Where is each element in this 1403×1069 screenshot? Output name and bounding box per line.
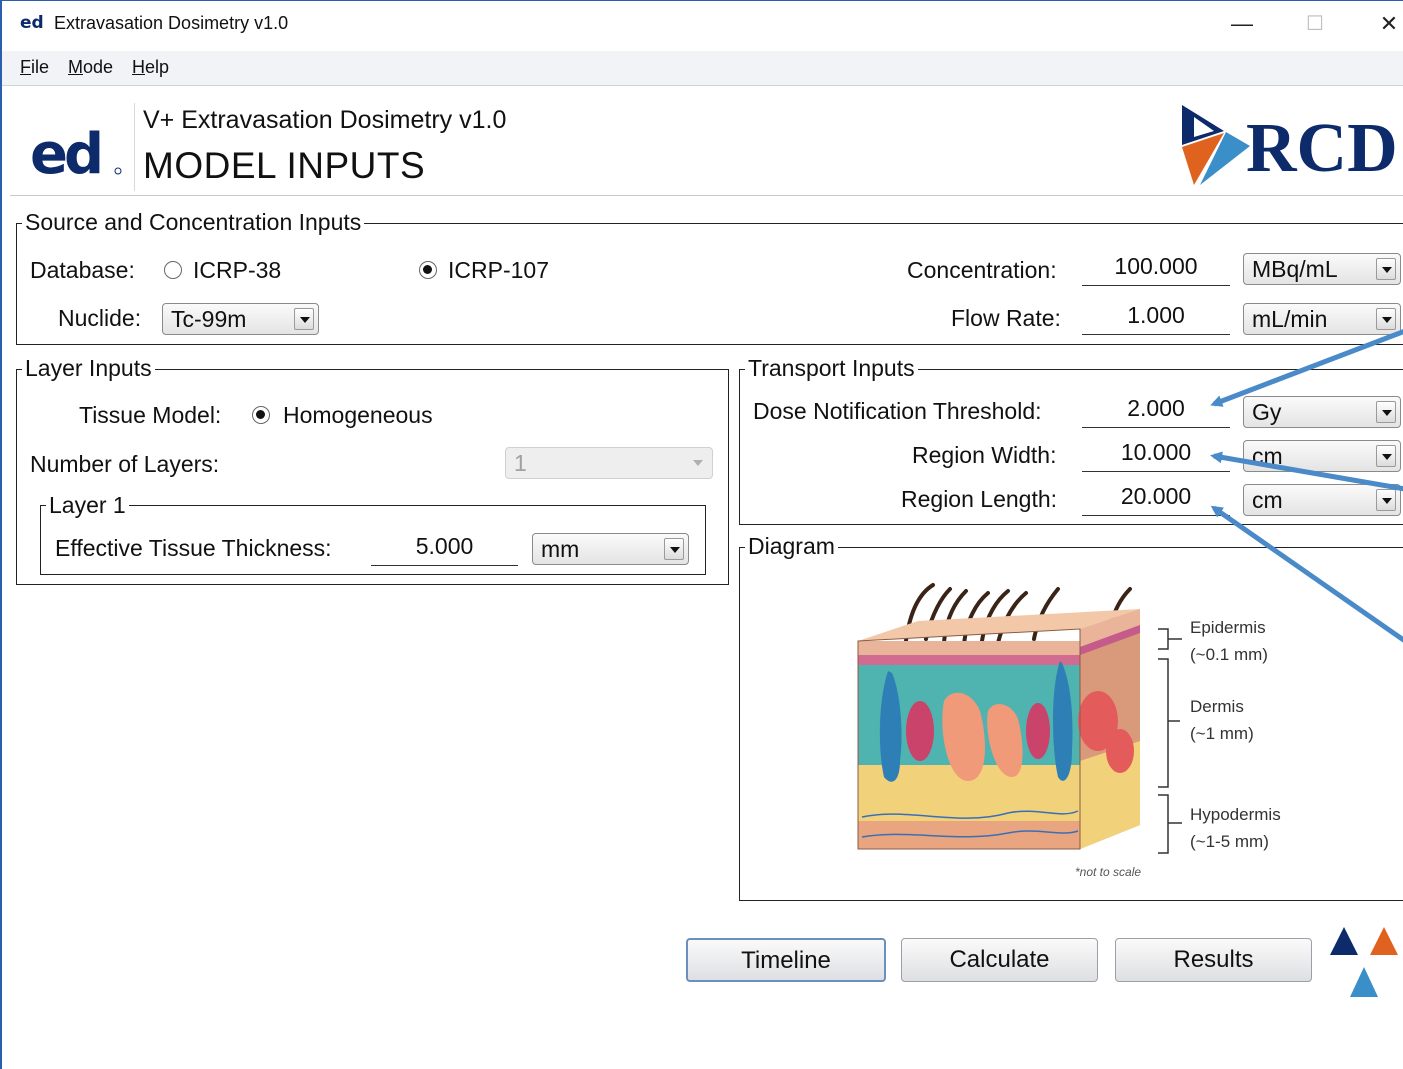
app-window: ed Extravasation Dosimetry v1.0 — ☐ ✕ Fi… bbox=[0, 0, 1403, 1069]
dose-unit-select[interactable]: Gy bbox=[1243, 396, 1401, 428]
app-icon: ed bbox=[20, 13, 44, 33]
source-legend: Source and Concentration Inputs bbox=[22, 209, 365, 236]
svg-text:RCD: RCD bbox=[1246, 110, 1398, 187]
not-to-scale-note: *not to scale bbox=[1075, 865, 1142, 879]
chevron-down-icon bbox=[1376, 445, 1396, 467]
thickness-input[interactable]: 5.000 bbox=[371, 533, 518, 566]
calculate-button[interactable]: Calculate bbox=[901, 938, 1098, 982]
icrp38-label: ICRP-38 bbox=[193, 257, 282, 283]
hypodermis-label: Hypodermis bbox=[1190, 805, 1281, 824]
tissue-model-label: Tissue Model: bbox=[79, 402, 222, 428]
region-width-input[interactable]: 10.000 bbox=[1082, 439, 1230, 472]
flow-rate-input[interactable]: 1.000 bbox=[1082, 302, 1230, 335]
chevron-down-icon bbox=[688, 452, 708, 474]
layer-legend: Layer Inputs bbox=[22, 355, 155, 382]
chevron-down-icon bbox=[1376, 258, 1396, 280]
concentration-label: Concentration: bbox=[907, 257, 1057, 283]
close-button[interactable]: ✕ bbox=[1359, 7, 1403, 41]
menu-help[interactable]: Help bbox=[132, 57, 169, 78]
transport-legend: Transport Inputs bbox=[745, 355, 918, 382]
rcd-logo: RCD bbox=[1182, 105, 1398, 187]
dermis-size: (~1 mm) bbox=[1190, 724, 1254, 743]
menu-file[interactable]: File bbox=[20, 57, 49, 78]
nuclide-label: Nuclide: bbox=[58, 305, 142, 331]
length-unit-select[interactable]: cm bbox=[1243, 484, 1401, 516]
results-button[interactable]: Results bbox=[1115, 938, 1312, 982]
ed-logo: ed bbox=[30, 129, 122, 179]
concentration-input[interactable]: 100.000 bbox=[1082, 253, 1230, 286]
width-unit-select[interactable]: cm bbox=[1243, 440, 1401, 472]
icrp107-label: ICRP-107 bbox=[448, 257, 549, 283]
skin-diagram bbox=[857, 583, 1140, 850]
radiation-logo bbox=[1330, 927, 1398, 997]
page-title: MODEL INPUTS bbox=[143, 145, 426, 186]
hypodermis-size: (~1-5 mm) bbox=[1190, 832, 1269, 851]
thickness-unit-select[interactable]: mm bbox=[532, 533, 689, 565]
nuclide-select[interactable]: Tc-99m bbox=[162, 303, 319, 335]
chevron-down-icon bbox=[664, 538, 684, 560]
timeline-button[interactable]: Timeline bbox=[686, 938, 886, 982]
header-divider bbox=[10, 195, 1403, 196]
window-title: Extravasation Dosimetry v1.0 bbox=[54, 13, 289, 33]
num-layers-label: Number of Layers: bbox=[30, 451, 220, 477]
epidermis-label: Epidermis bbox=[1190, 618, 1266, 637]
region-width-label: Region Width: bbox=[912, 442, 1057, 468]
title-bar: ed Extravasation Dosimetry v1.0 — ☐ ✕ bbox=[2, 1, 1403, 47]
dose-threshold-label: Dose Notification Threshold: bbox=[753, 398, 1042, 424]
menu-bar: File Mode Help bbox=[2, 51, 1403, 86]
icrp107-radio[interactable] bbox=[419, 261, 437, 279]
flow-rate-label: Flow Rate: bbox=[951, 305, 1061, 331]
maximize-button[interactable]: ☐ bbox=[1285, 7, 1345, 41]
thickness-label: Effective Tissue Thickness: bbox=[55, 535, 332, 561]
dose-threshold-input[interactable]: 2.000 bbox=[1082, 395, 1230, 428]
chevron-down-icon bbox=[1376, 401, 1396, 423]
num-layers-select[interactable]: 1 bbox=[505, 447, 713, 479]
header-separator bbox=[134, 103, 135, 191]
database-label: Database: bbox=[30, 257, 135, 283]
epidermis-size: (~0.1 mm) bbox=[1190, 645, 1268, 664]
region-length-input[interactable]: 20.000 bbox=[1082, 483, 1230, 516]
chevron-down-icon bbox=[1376, 308, 1396, 330]
icrp38-radio[interactable] bbox=[164, 261, 182, 279]
homogeneous-radio[interactable] bbox=[252, 406, 270, 424]
chevron-down-icon bbox=[294, 308, 314, 330]
layer-brackets bbox=[1158, 628, 1182, 854]
region-length-label: Region Length: bbox=[901, 486, 1058, 512]
minimize-button[interactable]: — bbox=[1212, 7, 1272, 41]
header-subtitle: V+ Extravasation Dosimetry v1.0 bbox=[143, 106, 507, 134]
diagram-legend: Diagram bbox=[745, 533, 838, 560]
layer1-legend: Layer 1 bbox=[46, 492, 129, 519]
concentration-unit-select[interactable]: MBq/mL bbox=[1243, 253, 1401, 285]
svg-text:ed: ed bbox=[30, 129, 100, 179]
flow-rate-unit-select[interactable]: mL/min bbox=[1243, 303, 1401, 335]
menu-mode[interactable]: Mode bbox=[68, 57, 113, 78]
chevron-down-icon bbox=[1376, 489, 1396, 511]
homogeneous-label: Homogeneous bbox=[283, 402, 433, 428]
dermis-label: Dermis bbox=[1190, 697, 1244, 716]
